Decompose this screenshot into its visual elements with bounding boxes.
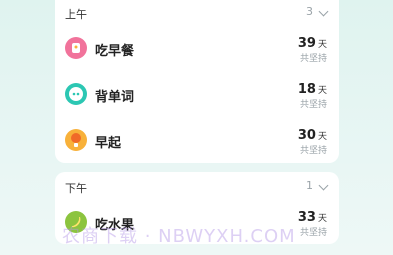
days-unit: 天 — [317, 132, 327, 142]
sun-icon — [65, 129, 87, 151]
streak-label: 共坚持 — [299, 54, 327, 64]
morning-section-header[interactable]: 上午 3 — [55, 0, 339, 26]
habit-row-words[interactable]: 背单词 18 天 共坚持 — [55, 72, 339, 118]
habit-days: 39 天 — [298, 32, 327, 51]
section-count-morning: 3 — [306, 5, 313, 18]
bread-icon — [65, 37, 87, 59]
habit-row-early[interactable]: 早起 30 天 共坚持 — [55, 118, 339, 163]
days-count: 39 — [297, 36, 316, 51]
days-unit: 天 — [317, 214, 327, 224]
habit-name: 早起 — [95, 136, 122, 151]
streak-label: 共坚持 — [299, 228, 327, 238]
days-unit: 天 — [317, 40, 327, 50]
section-title-afternoon: 下午 — [65, 182, 87, 195]
habit-days: 33 天 — [298, 206, 327, 225]
chevron-down-icon[interactable] — [318, 180, 329, 191]
habit-days: 30 天 — [298, 124, 327, 143]
chevron-down-icon[interactable] — [318, 6, 329, 17]
days-count: 18 — [297, 82, 316, 97]
streak-label: 共坚持 — [299, 146, 327, 156]
habit-row-breakfast[interactable]: 吃早餐 39 天 共坚持 — [55, 26, 339, 72]
morning-section-card: 上午 3 吃早餐 39 天 共坚持 背单词 18 天 共坚持 早起 30 天 共… — [55, 0, 339, 163]
habit-days: 18 天 — [298, 78, 327, 97]
section-count-afternoon: 1 — [306, 179, 313, 192]
habit-name: 背单词 — [95, 90, 135, 105]
days-unit: 天 — [317, 86, 327, 96]
days-count: 33 — [297, 210, 316, 225]
afternoon-section-header[interactable]: 下午 1 — [55, 172, 339, 200]
streak-label: 共坚持 — [299, 100, 327, 110]
days-count: 30 — [297, 128, 316, 143]
habit-name: 吃早餐 — [95, 44, 135, 59]
section-title-morning: 上午 — [65, 8, 87, 21]
quote-icon — [65, 83, 87, 105]
watermark: 农商下载 · NBWYXH.COM — [62, 226, 296, 247]
